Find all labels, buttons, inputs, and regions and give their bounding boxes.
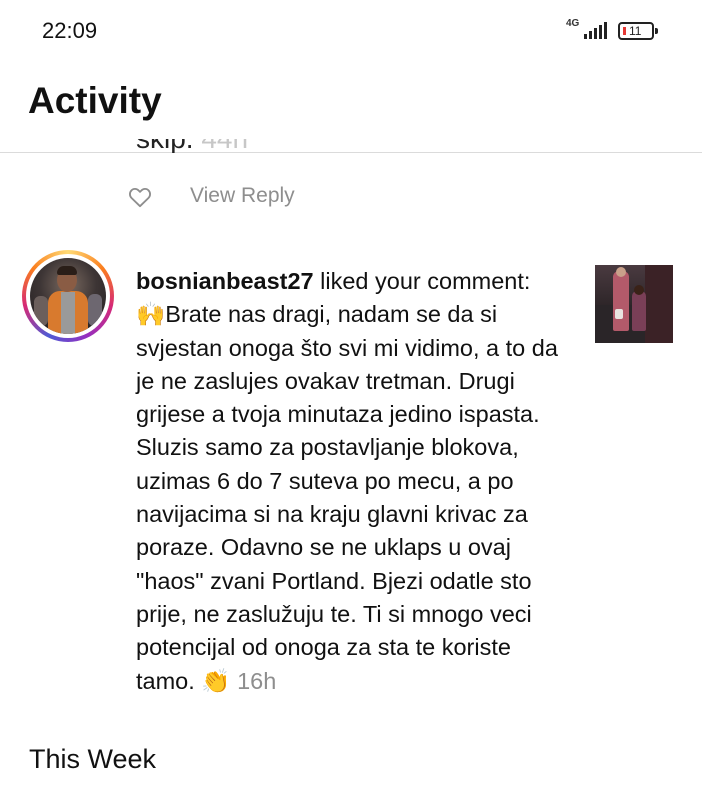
post-thumbnail[interactable] [595, 265, 673, 343]
clock: 22:09 [42, 18, 98, 43]
section-header-this-week: This Week [29, 744, 157, 774]
username-link[interactable]: bosnianbeast27 [136, 268, 314, 294]
status-bar: 22:09 4G 11 [0, 0, 702, 66]
notification-action: liked your comment: [313, 268, 531, 294]
comment-body: Brate nas dragi, nadam se da si svjestan… [136, 301, 558, 694]
header-divider [0, 152, 702, 153]
previous-comment-text: skip. 44h [136, 139, 336, 153]
page-title: Activity [28, 80, 162, 121]
signal-icon [584, 22, 607, 39]
battery-icon: 11 [618, 22, 658, 40]
network-type: 4G [566, 18, 580, 29]
heart-outline-icon[interactable] [127, 184, 153, 210]
avatar[interactable] [22, 250, 114, 342]
notification-text[interactable]: bosnianbeast27 liked your comment: 🙌Brat… [136, 265, 564, 698]
battery-level: 11 [629, 24, 642, 38]
notification-timestamp: 16h [237, 667, 277, 694]
raising-hands-emoji: 🙌 [136, 300, 166, 329]
clapping-hands-emoji: 👏 [201, 666, 231, 695]
view-reply-link[interactable]: View Reply [190, 184, 295, 208]
